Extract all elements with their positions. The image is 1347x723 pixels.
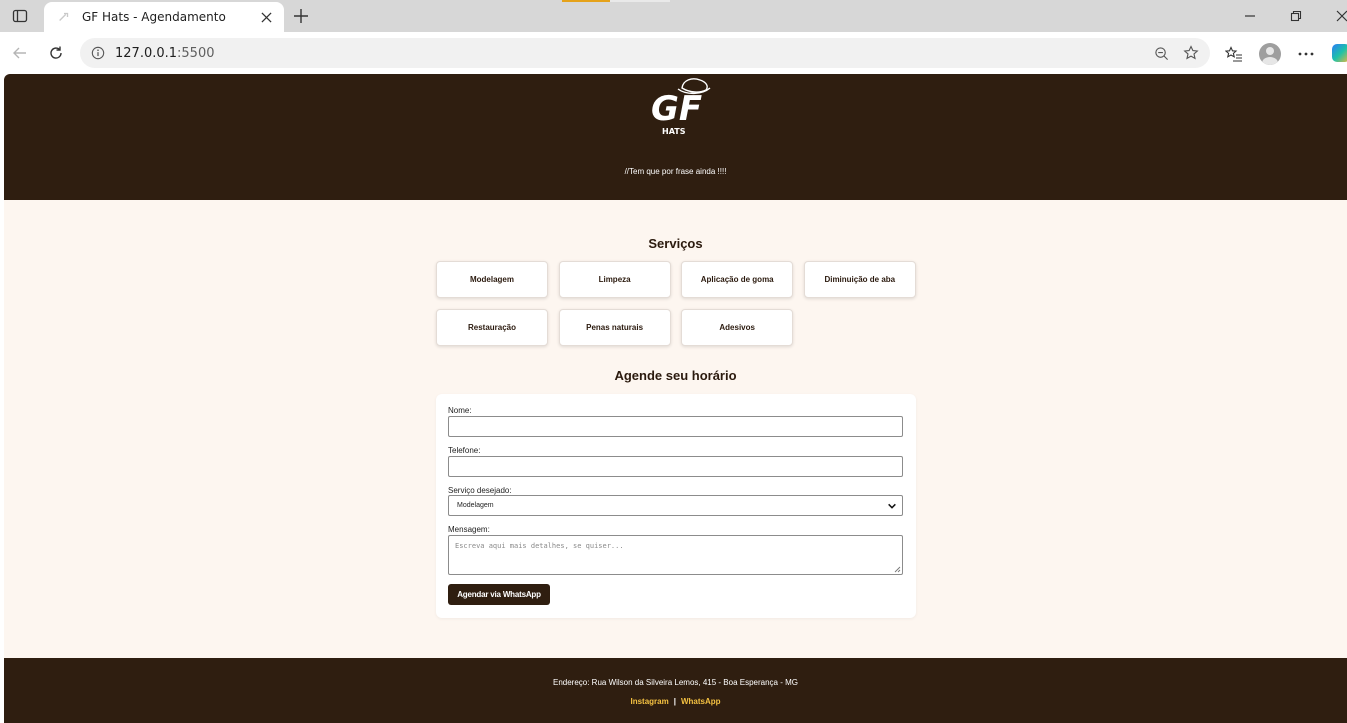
footer-links: Instagram | WhatsApp: [4, 697, 1347, 706]
tab-close-icon[interactable]: [256, 7, 276, 27]
tab-favicon-icon: [56, 9, 72, 25]
services-title: Serviços: [648, 236, 703, 251]
service-card-aplicacao-de-goma[interactable]: Aplicação de goma: [681, 261, 794, 298]
back-arrow-icon[interactable]: [9, 42, 31, 64]
restore-icon[interactable]: [1286, 6, 1306, 26]
tab-strip-accent-light: [610, 0, 670, 2]
svg-text:HATS: HATS: [662, 127, 686, 136]
service-card-limpeza[interactable]: Limpeza: [558, 261, 671, 298]
services-grid: Modelagem Limpeza Aplicação de goma Dimi…: [436, 261, 916, 346]
phone-input[interactable]: [448, 456, 903, 477]
chevron-down-icon: [886, 500, 898, 512]
page-viewport: GF HATS //Tem que por frase ainda !!!! S…: [4, 74, 1347, 723]
zoom-out-icon[interactable]: [1150, 42, 1172, 64]
favorites-list-icon[interactable]: [1222, 42, 1246, 66]
tagline: //Tem que por frase ainda !!!!: [624, 167, 727, 176]
service-select-value: Modelagem: [457, 502, 494, 509]
whatsapp-link[interactable]: WhatsApp: [681, 697, 721, 706]
address-bar[interactable]: 127.0.0.1:5500: [80, 38, 1210, 68]
instagram-link[interactable]: Instagram: [630, 697, 668, 706]
site-header: GF HATS //Tem que por frase ainda !!!!: [4, 74, 1347, 200]
service-select-label: Serviço desejado:: [448, 486, 512, 495]
message-textarea[interactable]: Escreva aqui mais detalhes, se quiser...: [448, 535, 903, 575]
active-tab[interactable]: GF Hats - Agendamento: [44, 2, 284, 32]
profile-avatar[interactable]: [1258, 42, 1282, 66]
service-card-modelagem[interactable]: Modelagem: [436, 261, 548, 298]
name-label: Nome:: [448, 406, 472, 415]
phone-label: Telefone:: [448, 446, 481, 455]
service-card-adesivos[interactable]: Adesivos: [681, 309, 794, 346]
service-card-penas-naturais[interactable]: Penas naturais: [558, 309, 671, 346]
booking-form: Nome: Telefone: Serviço desejado: Modela…: [436, 394, 916, 618]
svg-text:GF: GF: [651, 89, 702, 129]
more-options-icon[interactable]: [1294, 42, 1318, 66]
site-info-icon[interactable]: [90, 45, 106, 61]
browser-toolbar: 127.0.0.1:5500: [0, 32, 1347, 74]
gf-hats-logo: GF HATS: [648, 76, 712, 136]
service-card-diminuicao-de-aba[interactable]: Diminuição de aba: [803, 261, 916, 298]
footer-address: Endereço: Rua Wilson da Silveira Lemos, …: [552, 678, 798, 687]
resize-grip-icon[interactable]: [893, 565, 901, 573]
favorite-star-icon[interactable]: [1180, 42, 1202, 64]
reload-icon[interactable]: [45, 42, 67, 64]
browser-tab-strip: GF Hats - Agendamento: [0, 0, 1347, 32]
new-tab-plus-icon[interactable]: [290, 5, 312, 27]
service-card-restauracao[interactable]: Restauração: [436, 309, 548, 346]
minimize-icon[interactable]: [1240, 6, 1260, 26]
tab-title: GF Hats - Agendamento: [82, 10, 226, 24]
message-label: Mensagem:: [448, 525, 490, 534]
copilot-icon[interactable]: [1332, 44, 1347, 62]
sidebar-toggle-icon[interactable]: [10, 6, 30, 26]
url-text: 127.0.0.1:5500: [115, 45, 215, 61]
footer-separator: |: [673, 697, 676, 706]
booking-title: Agende seu horário: [614, 368, 737, 383]
site-footer: Endereço: Rua Wilson da Silveira Lemos, …: [4, 658, 1347, 723]
tab-strip-accent: [562, 0, 610, 2]
close-window-icon[interactable]: [1332, 6, 1347, 26]
service-select[interactable]: Modelagem: [448, 495, 903, 516]
whatsapp-submit-button[interactable]: Agendar via WhatsApp: [448, 584, 550, 605]
message-placeholder: Escreva aqui mais detalhes, se quiser...: [455, 542, 624, 550]
name-input[interactable]: [448, 416, 903, 437]
